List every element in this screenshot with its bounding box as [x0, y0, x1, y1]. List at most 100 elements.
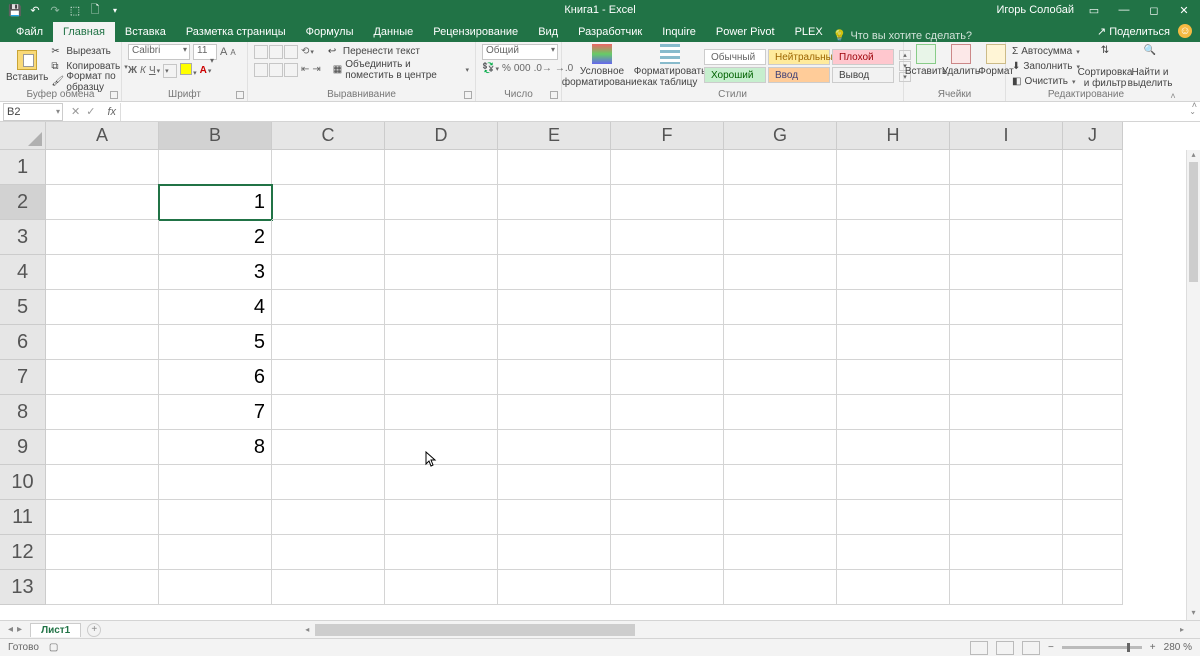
macro-record-icon[interactable]: ▢: [49, 642, 58, 653]
row-header-10[interactable]: 10: [0, 465, 46, 500]
cell-J11[interactable]: [1063, 500, 1123, 535]
indent-increase-icon[interactable]: ⇥: [312, 64, 320, 75]
row-header-8[interactable]: 8: [0, 395, 46, 430]
cell-A1[interactable]: [46, 150, 159, 185]
cell-G9[interactable]: [724, 430, 837, 465]
help-icon[interactable]: ☺: [1178, 24, 1192, 38]
cells-area[interactable]: 12345678: [46, 150, 1200, 605]
cell-F3[interactable]: [611, 220, 724, 255]
cell-H2[interactable]: [837, 185, 950, 220]
cell-I9[interactable]: [950, 430, 1063, 465]
cell-H10[interactable]: [837, 465, 950, 500]
cell-J2[interactable]: [1063, 185, 1123, 220]
paste-button[interactable]: Вставить: [6, 50, 48, 83]
cell-D10[interactable]: [385, 465, 498, 500]
align-center-icon[interactable]: [269, 63, 283, 77]
tab-formulas[interactable]: Формулы: [296, 22, 364, 42]
cell-H4[interactable]: [837, 255, 950, 290]
cell-I10[interactable]: [950, 465, 1063, 500]
cell-D1[interactable]: [385, 150, 498, 185]
comma-button[interactable]: 000: [514, 63, 531, 74]
cell-F13[interactable]: [611, 570, 724, 605]
cell-H5[interactable]: [837, 290, 950, 325]
cell-C1[interactable]: [272, 150, 385, 185]
row-header-13[interactable]: 13: [0, 570, 46, 605]
col-header-F[interactable]: F: [611, 122, 724, 150]
cell-G7[interactable]: [724, 360, 837, 395]
row-header-5[interactable]: 5: [0, 290, 46, 325]
cell-E4[interactable]: [498, 255, 611, 290]
cell-B12[interactable]: [159, 535, 272, 570]
bold-button[interactable]: Ж: [128, 65, 137, 76]
row-header-12[interactable]: 12: [0, 535, 46, 570]
font-dialog-icon[interactable]: [236, 91, 244, 99]
style-bad[interactable]: Плохой: [832, 49, 894, 65]
zoom-out-icon[interactable]: −: [1048, 642, 1054, 653]
cell-E2[interactable]: [498, 185, 611, 220]
cell-E10[interactable]: [498, 465, 611, 500]
font-color-button[interactable]: A: [200, 65, 212, 76]
align-middle-icon[interactable]: [269, 45, 283, 59]
row-header-2[interactable]: 2: [0, 185, 46, 220]
cell-C7[interactable]: [272, 360, 385, 395]
insert-cells-button[interactable]: Вставить: [910, 44, 942, 77]
cell-E3[interactable]: [498, 220, 611, 255]
cell-B9[interactable]: 8: [159, 430, 272, 465]
underline-button[interactable]: Ч: [149, 65, 160, 76]
tab-review[interactable]: Рецензирование: [423, 22, 528, 42]
cell-G4[interactable]: [724, 255, 837, 290]
cell-G13[interactable]: [724, 570, 837, 605]
cell-I3[interactable]: [950, 220, 1063, 255]
cell-H8[interactable]: [837, 395, 950, 430]
cell-I2[interactable]: [950, 185, 1063, 220]
cell-I13[interactable]: [950, 570, 1063, 605]
collapse-ribbon-alt-icon[interactable]: ˄: [1192, 100, 1197, 110]
indent-decrease-icon[interactable]: ⇤: [301, 64, 309, 75]
cut-button[interactable]: ✂Вырезать: [51, 44, 127, 59]
delete-cells-button[interactable]: Удалить: [945, 44, 977, 77]
fx-icon[interactable]: fx: [103, 106, 120, 118]
cell-E13[interactable]: [498, 570, 611, 605]
align-left-icon[interactable]: [254, 63, 268, 77]
cell-B10[interactable]: [159, 465, 272, 500]
cell-D8[interactable]: [385, 395, 498, 430]
share-button[interactable]: ↗ Поделиться: [1097, 25, 1170, 38]
font-name-select[interactable]: Calibri: [128, 44, 190, 60]
select-all-corner[interactable]: [0, 122, 46, 150]
cell-A5[interactable]: [46, 290, 159, 325]
cell-B7[interactable]: 6: [159, 360, 272, 395]
cell-F11[interactable]: [611, 500, 724, 535]
cell-D7[interactable]: [385, 360, 498, 395]
cell-E12[interactable]: [498, 535, 611, 570]
cancel-formula-icon[interactable]: ✕: [71, 105, 80, 118]
cell-A10[interactable]: [46, 465, 159, 500]
cell-B6[interactable]: 5: [159, 325, 272, 360]
style-good[interactable]: Хороший: [704, 67, 766, 83]
cell-A9[interactable]: [46, 430, 159, 465]
enter-formula-icon[interactable]: ✓: [86, 105, 95, 118]
cell-J5[interactable]: [1063, 290, 1123, 325]
cell-G8[interactable]: [724, 395, 837, 430]
col-header-I[interactable]: I: [950, 122, 1063, 150]
cell-H3[interactable]: [837, 220, 950, 255]
undo-icon[interactable]: ↶: [28, 3, 42, 17]
page-break-view-icon[interactable]: [1022, 641, 1040, 655]
borders-button[interactable]: [163, 64, 177, 78]
cell-B8[interactable]: 7: [159, 395, 272, 430]
cell-I8[interactable]: [950, 395, 1063, 430]
cell-G12[interactable]: [724, 535, 837, 570]
tab-powerpivot[interactable]: Power Pivot: [706, 22, 785, 42]
cell-C12[interactable]: [272, 535, 385, 570]
preview-icon[interactable]: 🗋: [88, 3, 102, 17]
col-header-D[interactable]: D: [385, 122, 498, 150]
save-icon[interactable]: 💾: [8, 3, 22, 17]
cell-D5[interactable]: [385, 290, 498, 325]
tab-view[interactable]: Вид: [528, 22, 568, 42]
cell-G2[interactable]: [724, 185, 837, 220]
style-neutral[interactable]: Нейтральный: [768, 49, 830, 65]
col-header-J[interactable]: J: [1063, 122, 1123, 150]
cell-H9[interactable]: [837, 430, 950, 465]
minimize-icon[interactable]: —: [1114, 4, 1134, 16]
sheet-prev-icon[interactable]: ◂: [8, 624, 13, 635]
sort-filter-button[interactable]: ⇅Сортировка и фильтр: [1083, 45, 1127, 89]
